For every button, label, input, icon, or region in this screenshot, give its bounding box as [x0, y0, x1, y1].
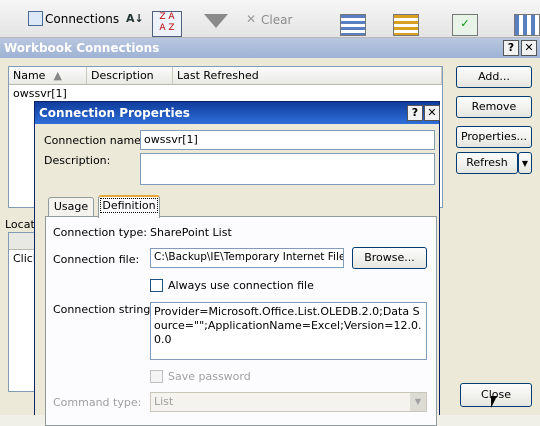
dialog-title: Connection Properties	[39, 106, 190, 120]
refresh-button[interactable]: Refresh	[456, 152, 518, 174]
sort-ascending-icon[interactable]: A↓	[126, 12, 144, 25]
connection-properties-titlebar[interactable]: Connection Properties	[35, 102, 439, 124]
remove-button[interactable]: Remove	[456, 96, 532, 118]
connection-name-label: Connection name:	[44, 134, 145, 147]
browse-button[interactable]: Browse...	[352, 247, 427, 269]
column-header-name[interactable]: Name ▲	[9, 67, 87, 85]
connection-file-input[interactable]: C:\Backup\IE\Temporary Internet Files\	[150, 248, 344, 268]
column-header-description[interactable]: Description	[87, 67, 173, 85]
definition-tab-panel: Connection type: SharePoint List Connect…	[45, 216, 437, 426]
connection-string-textarea[interactable]: Provider=Microsoft.Office.List.OLEDB.2.0…	[150, 302, 427, 360]
what-if-icon[interactable]	[514, 14, 540, 36]
workbook-connections-titlebar[interactable]: Workbook Connections	[0, 38, 540, 58]
list-item[interactable]: owssvr[1]	[13, 87, 67, 100]
clear-filter-icon[interactable]: ✕	[246, 12, 256, 26]
tab-definition[interactable]: Definition	[98, 195, 160, 218]
sort-arrow-icon: ▲	[53, 69, 62, 82]
data-validation-icon[interactable]: ✓	[452, 14, 478, 36]
chevron-down-icon: ▼	[410, 393, 426, 411]
clear-button[interactable]: Clear	[261, 13, 292, 27]
properties-button[interactable]: Properties...	[456, 126, 532, 148]
save-password-checkbox[interactable]	[150, 370, 163, 383]
filter-icon[interactable]	[204, 14, 228, 28]
command-type-select[interactable]: List ▼	[150, 392, 427, 412]
mouse-cursor-icon	[491, 396, 497, 408]
command-type-label: Command type:	[53, 396, 142, 409]
connections-button[interactable]: Connections	[45, 12, 119, 26]
connection-properties-dialog: Connection Properties ? ✕ Connection nam…	[34, 101, 440, 426]
description-label: Description:	[44, 154, 111, 167]
connection-name-input[interactable]: owssvr[1]	[140, 130, 435, 150]
description-input[interactable]	[140, 153, 435, 185]
close-icon[interactable]: ✕	[521, 40, 537, 56]
tab-usage[interactable]: Usage	[48, 197, 94, 217]
ribbon: Connections A↓ Z AA Z ✕ Clear ✓	[0, 0, 540, 38]
sort-dialog-icon[interactable]: Z AA Z	[152, 11, 182, 37]
always-use-connection-file-checkbox[interactable]	[150, 279, 163, 292]
add-button[interactable]: Add...	[456, 66, 532, 88]
connection-file-label: Connection file:	[53, 253, 140, 266]
connections-icon	[28, 11, 43, 26]
connection-string-label: Connection string:	[53, 303, 155, 316]
close-icon[interactable]: ✕	[424, 105, 440, 121]
always-use-connection-file-label: Always use connection file	[168, 279, 314, 292]
text-to-columns-icon[interactable]	[340, 14, 366, 36]
chevron-down-icon: ▼	[521, 159, 529, 168]
connection-type-label: Connection type:	[53, 226, 148, 239]
dialog-title: Workbook Connections	[4, 41, 160, 55]
remove-duplicates-icon[interactable]	[393, 14, 419, 36]
refresh-dropdown-button[interactable]: ▼	[518, 152, 532, 174]
help-icon[interactable]: ?	[503, 40, 519, 56]
column-header-last-refreshed[interactable]: Last Refreshed	[173, 67, 442, 85]
save-password-label: Save password	[168, 370, 251, 383]
help-icon[interactable]: ?	[407, 105, 423, 121]
connection-type-value: SharePoint List	[150, 226, 232, 239]
